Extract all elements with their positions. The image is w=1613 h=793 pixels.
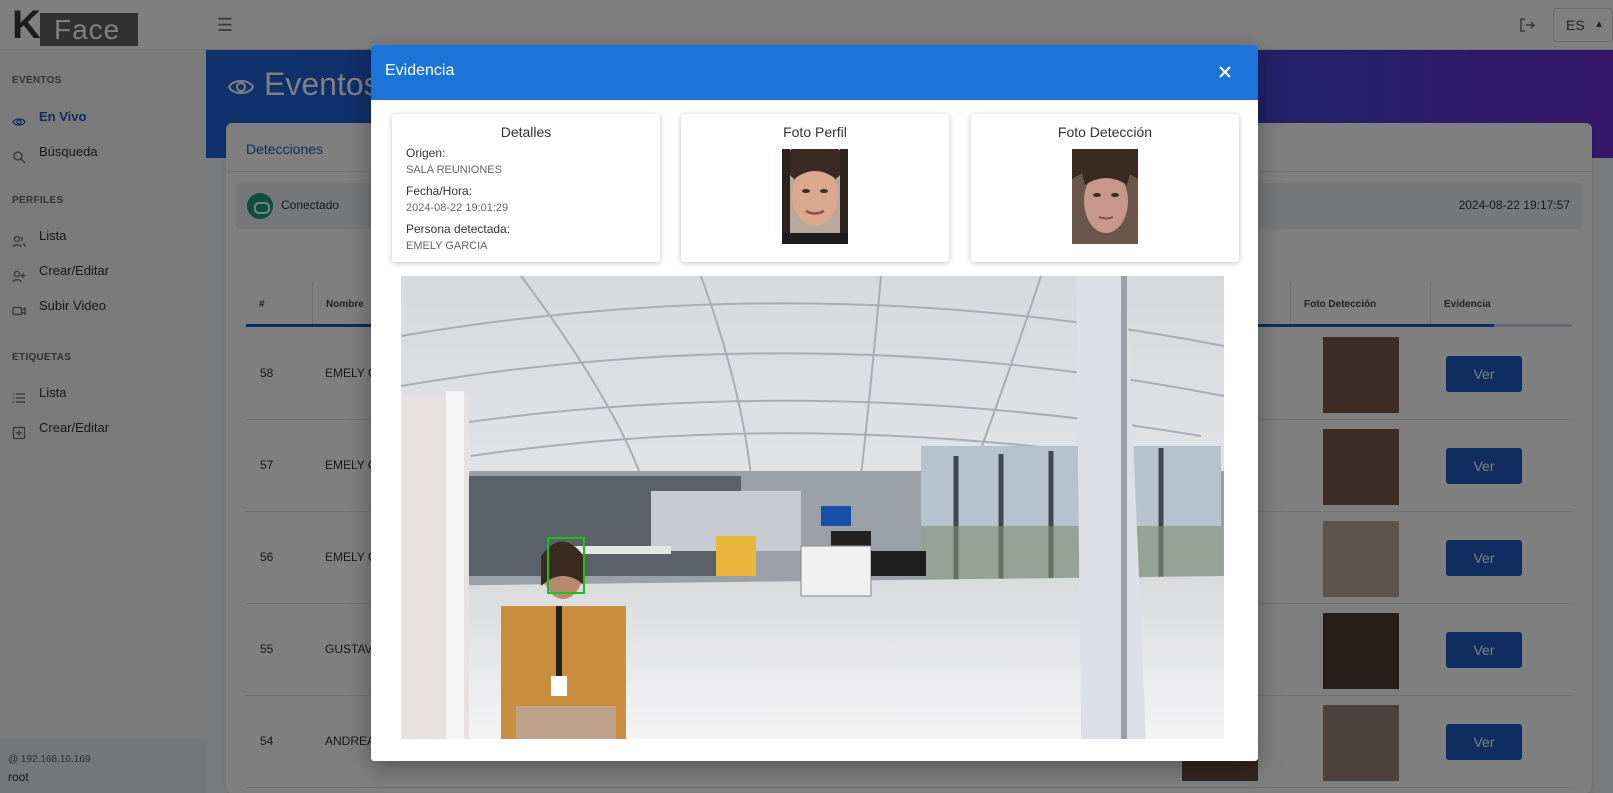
evidence-modal: Evidencia Detalles Origen: SALA REUNIONE… bbox=[371, 45, 1258, 761]
profile-photo-panel: Foto Perfil bbox=[681, 114, 949, 262]
modal-header: Evidencia bbox=[371, 45, 1258, 100]
person-label: Persona detectada: bbox=[406, 222, 511, 236]
detection-photo-title: Foto Detección bbox=[1057, 124, 1153, 140]
details-panel: Detalles Origen: SALA REUNIONES Fecha/Ho… bbox=[392, 114, 660, 262]
evidence-image bbox=[401, 276, 1224, 739]
origin-value: SALA REUNIONES bbox=[406, 164, 502, 176]
datetime-label: Fecha/Hora: bbox=[406, 184, 473, 198]
close-icon[interactable] bbox=[1212, 59, 1238, 85]
modal-title: Evidencia bbox=[385, 62, 455, 79]
profile-photo-title: Foto Perfil bbox=[783, 124, 847, 140]
datetime-value: 2024-08-22 19:01:29 bbox=[406, 202, 509, 214]
profile-photo bbox=[782, 141, 848, 244]
details-title: Detalles bbox=[500, 124, 552, 140]
detection-photo bbox=[1072, 149, 1138, 244]
detection-photo-panel: Foto Detección bbox=[971, 114, 1239, 262]
person-value: EMELY GARCIA bbox=[406, 240, 488, 252]
origin-label: Origen: bbox=[406, 146, 446, 160]
